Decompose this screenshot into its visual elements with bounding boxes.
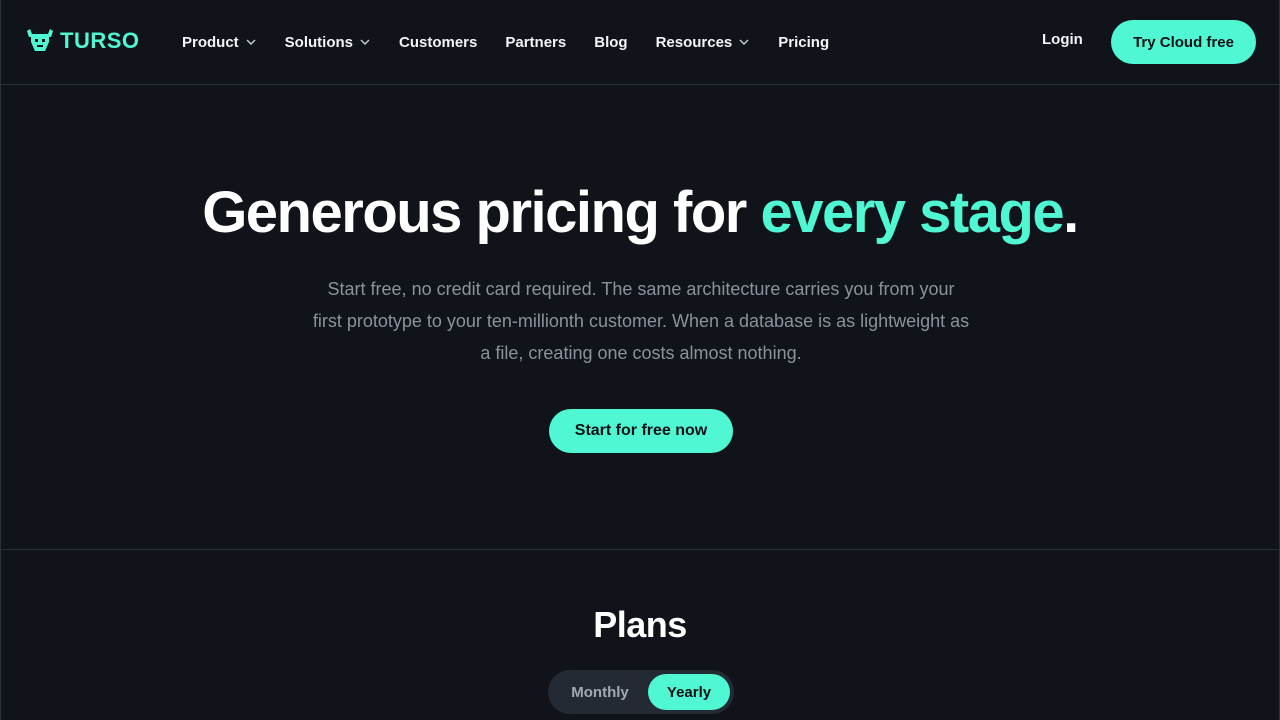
hero-subtitle: Start free, no credit card required. The… bbox=[312, 279, 970, 363]
billing-option-monthly[interactable]: Monthly bbox=[552, 674, 648, 710]
chevron-down-icon bbox=[739, 39, 749, 45]
top-navigation: TURSO Product Solutions Customers Partne… bbox=[1, 0, 1279, 85]
hero-title-main: Generous pricing for bbox=[202, 180, 761, 245]
hero-title-period: . bbox=[1063, 180, 1079, 245]
nav-item-pricing[interactable]: Pricing bbox=[778, 34, 829, 51]
billing-toggle: Monthly Yearly bbox=[548, 670, 734, 714]
nav-item-label: Solutions bbox=[284, 33, 353, 51]
nav-item-blog[interactable]: Blog bbox=[594, 34, 627, 51]
main-menu: Product Solutions Customers Partners Blo… bbox=[182, 30, 857, 54]
nav-item-label: Customers bbox=[399, 33, 478, 51]
nav-item-customers[interactable]: Customers bbox=[399, 34, 477, 51]
nav-item-label: Pricing bbox=[778, 33, 830, 51]
nav-item-solutions[interactable]: Solutions bbox=[285, 34, 371, 51]
hero-title: Generous pricing for every stage. bbox=[1, 180, 1279, 246]
nav-item-product[interactable]: Product bbox=[182, 34, 257, 51]
nav-item-label: Product bbox=[182, 33, 239, 51]
nav-item-partners[interactable]: Partners bbox=[505, 34, 566, 51]
hero-title-accent: every stage bbox=[760, 180, 1064, 245]
page: TURSO Product Solutions Customers Partne… bbox=[0, 0, 1280, 720]
nav-item-label: Resources bbox=[655, 33, 733, 51]
plans-heading: Plans bbox=[593, 604, 687, 645]
hero-section: Generous pricing for every stage. Start … bbox=[1, 85, 1279, 550]
brand-name: TURSO bbox=[60, 28, 140, 53]
start-for-free-button[interactable]: Start for free now bbox=[549, 409, 733, 453]
login-link[interactable]: Login bbox=[1042, 31, 1083, 48]
billing-option-yearly[interactable]: Yearly bbox=[648, 674, 730, 710]
nav-item-label: Partners bbox=[505, 33, 567, 51]
nav-item-resources[interactable]: Resources bbox=[656, 34, 751, 51]
chevron-down-icon bbox=[360, 39, 370, 45]
brand-logo[interactable]: TURSO bbox=[26, 27, 140, 55]
bull-icon bbox=[27, 29, 53, 51]
try-cloud-free-button[interactable]: Try Cloud free bbox=[1111, 20, 1256, 64]
chevron-down-icon bbox=[246, 39, 256, 45]
nav-item-label: Blog bbox=[594, 33, 628, 51]
